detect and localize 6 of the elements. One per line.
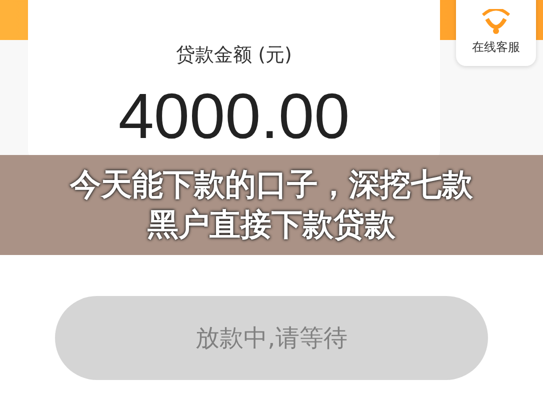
amount-label: 贷款金额 (元) (176, 43, 292, 68)
headset-icon (479, 9, 513, 35)
headline-text: 黑户直接下款贷款 (148, 206, 396, 245)
amount-value: 4000.00 (118, 84, 350, 148)
customer-service-button[interactable]: 在线客服 (456, 0, 536, 66)
headline-text: 今天能下款的口子，深挖七款 (70, 166, 473, 205)
